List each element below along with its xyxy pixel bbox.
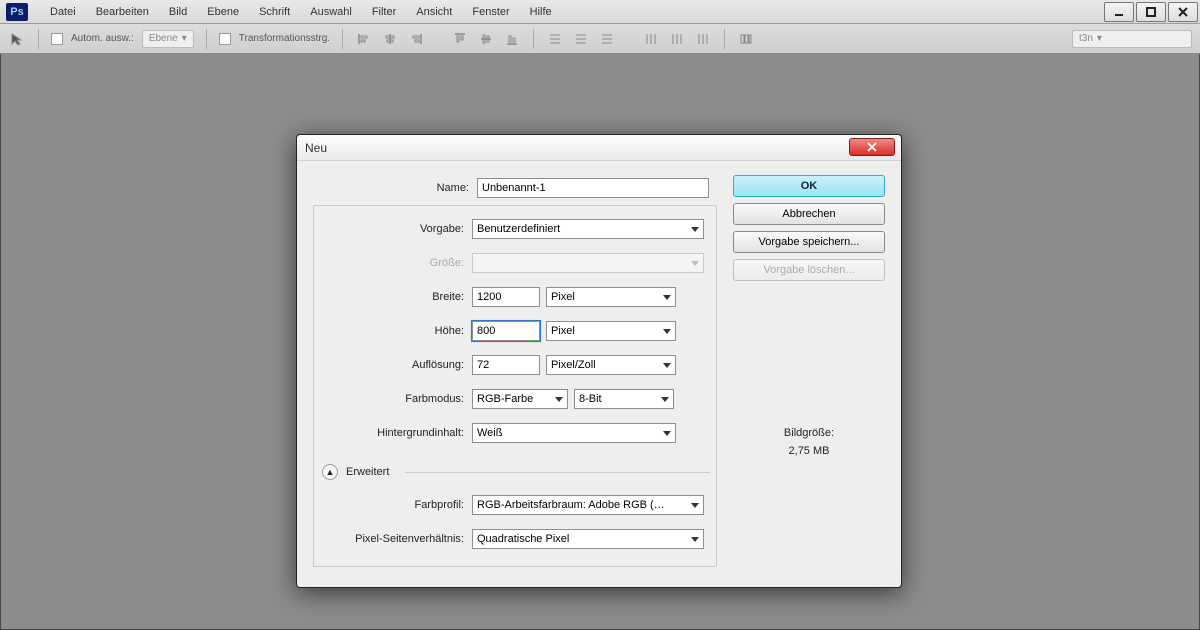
- align-hcenter-icon[interactable]: [381, 30, 399, 48]
- menu-bearbeiten[interactable]: Bearbeiten: [86, 6, 159, 18]
- pixelaspect-dropdown[interactable]: Quadratische Pixel: [472, 529, 704, 549]
- separator: [206, 29, 207, 49]
- distribute-top-icon[interactable]: [546, 30, 564, 48]
- app-logo: Ps: [6, 3, 28, 21]
- align-bottom-icon[interactable]: [503, 30, 521, 48]
- imagesize-label: Bildgröße:: [733, 427, 885, 439]
- colorprofile-dropdown[interactable]: RGB-Arbeitsfarbraum: Adobe RGB (…: [472, 495, 704, 515]
- resolution-label: Auflösung:: [314, 359, 472, 371]
- close-window-button[interactable]: [1168, 2, 1198, 22]
- resolution-unit-dropdown[interactable]: Pixel/Zoll: [546, 355, 676, 375]
- colormode-dropdown[interactable]: RGB-Farbe: [472, 389, 568, 409]
- bgcontent-dropdown[interactable]: Weiß: [472, 423, 676, 443]
- separator: [533, 29, 534, 49]
- size-label: Größe:: [314, 257, 472, 269]
- imagesize-value: 2,75 MB: [733, 445, 885, 457]
- distribute-vcenter-icon[interactable]: [572, 30, 590, 48]
- menu-hilfe[interactable]: Hilfe: [520, 6, 562, 18]
- width-label: Breite:: [314, 291, 472, 303]
- name-label: Name:: [313, 182, 477, 194]
- align-right-icon[interactable]: [407, 30, 425, 48]
- menu-auswahl[interactable]: Auswahl: [300, 6, 362, 18]
- auto-select-checkbox[interactable]: [51, 33, 63, 45]
- colorprofile-label: Farbprofil:: [314, 499, 472, 511]
- separator: [724, 29, 725, 49]
- auto-select-label: Autom. ausw.:: [71, 33, 134, 44]
- distribute-right-icon[interactable]: [694, 30, 712, 48]
- menu-ansicht[interactable]: Ansicht: [406, 6, 462, 18]
- maximize-button[interactable]: [1136, 2, 1166, 22]
- name-input[interactable]: [477, 178, 709, 198]
- save-preset-button[interactable]: Vorgabe speichern...: [733, 231, 885, 253]
- width-unit-dropdown[interactable]: Pixel: [546, 287, 676, 307]
- move-tool-icon[interactable]: [8, 30, 26, 48]
- distribute-left-icon[interactable]: [642, 30, 660, 48]
- resolution-input[interactable]: [472, 355, 540, 375]
- align-left-icon[interactable]: [355, 30, 373, 48]
- pixelaspect-label: Pixel-Seitenverhältnis:: [314, 533, 472, 545]
- dialog-titlebar[interactable]: Neu: [297, 135, 901, 161]
- width-input[interactable]: [472, 287, 540, 307]
- minimize-button[interactable]: [1104, 2, 1134, 22]
- chevron-up-icon: ▲: [322, 464, 338, 480]
- bitdepth-dropdown[interactable]: 8-Bit: [574, 389, 674, 409]
- separator: [405, 472, 710, 473]
- separator: [342, 29, 343, 49]
- menu-bar: Ps Datei Bearbeiten Bild Ebene Schrift A…: [0, 0, 1200, 24]
- align-top-icon[interactable]: [451, 30, 469, 48]
- distribute-bottom-icon[interactable]: [598, 30, 616, 48]
- preset-dropdown[interactable]: Benutzerdefiniert: [472, 219, 704, 239]
- menu-fenster[interactable]: Fenster: [462, 6, 519, 18]
- transform-controls-label: Transformationsstrg.: [239, 33, 330, 44]
- transform-controls-checkbox[interactable]: [219, 33, 231, 45]
- advanced-toggle[interactable]: ▲ Erweitert: [322, 464, 710, 480]
- menu-bild[interactable]: Bild: [159, 6, 197, 18]
- colormode-label: Farbmodus:: [314, 393, 472, 405]
- auto-align-icon[interactable]: [737, 30, 755, 48]
- preset-label: Vorgabe:: [314, 223, 472, 235]
- cancel-button[interactable]: Abbrechen: [733, 203, 885, 225]
- layer-dropdown[interactable]: Ebene▾: [142, 30, 194, 48]
- menu-filter[interactable]: Filter: [362, 6, 406, 18]
- workspace-dropdown[interactable]: t3n▾: [1072, 30, 1192, 48]
- menu-schrift[interactable]: Schrift: [249, 6, 300, 18]
- size-dropdown: [472, 253, 704, 273]
- separator: [38, 29, 39, 49]
- new-document-dialog: Neu Name: Vorgabe: Benutzerdefiniert G: [296, 134, 902, 588]
- height-unit-dropdown[interactable]: Pixel: [546, 321, 676, 341]
- delete-preset-button: Vorgabe löschen...: [733, 259, 885, 281]
- height-input[interactable]: [472, 321, 540, 341]
- align-vcenter-icon[interactable]: [477, 30, 495, 48]
- window-controls: [1104, 0, 1200, 24]
- ok-button[interactable]: OK: [733, 175, 885, 197]
- options-bar: Autom. ausw.: Ebene▾ Transformationsstrg…: [0, 24, 1200, 54]
- bgcontent-label: Hintergrundinhalt:: [314, 427, 472, 439]
- menu-datei[interactable]: Datei: [40, 6, 86, 18]
- advanced-label: Erweitert: [346, 466, 389, 478]
- dialog-title: Neu: [305, 141, 327, 155]
- dialog-close-button[interactable]: [849, 138, 895, 156]
- menu-ebene[interactable]: Ebene: [197, 6, 249, 18]
- distribute-hcenter-icon[interactable]: [668, 30, 686, 48]
- height-label: Höhe:: [314, 325, 472, 337]
